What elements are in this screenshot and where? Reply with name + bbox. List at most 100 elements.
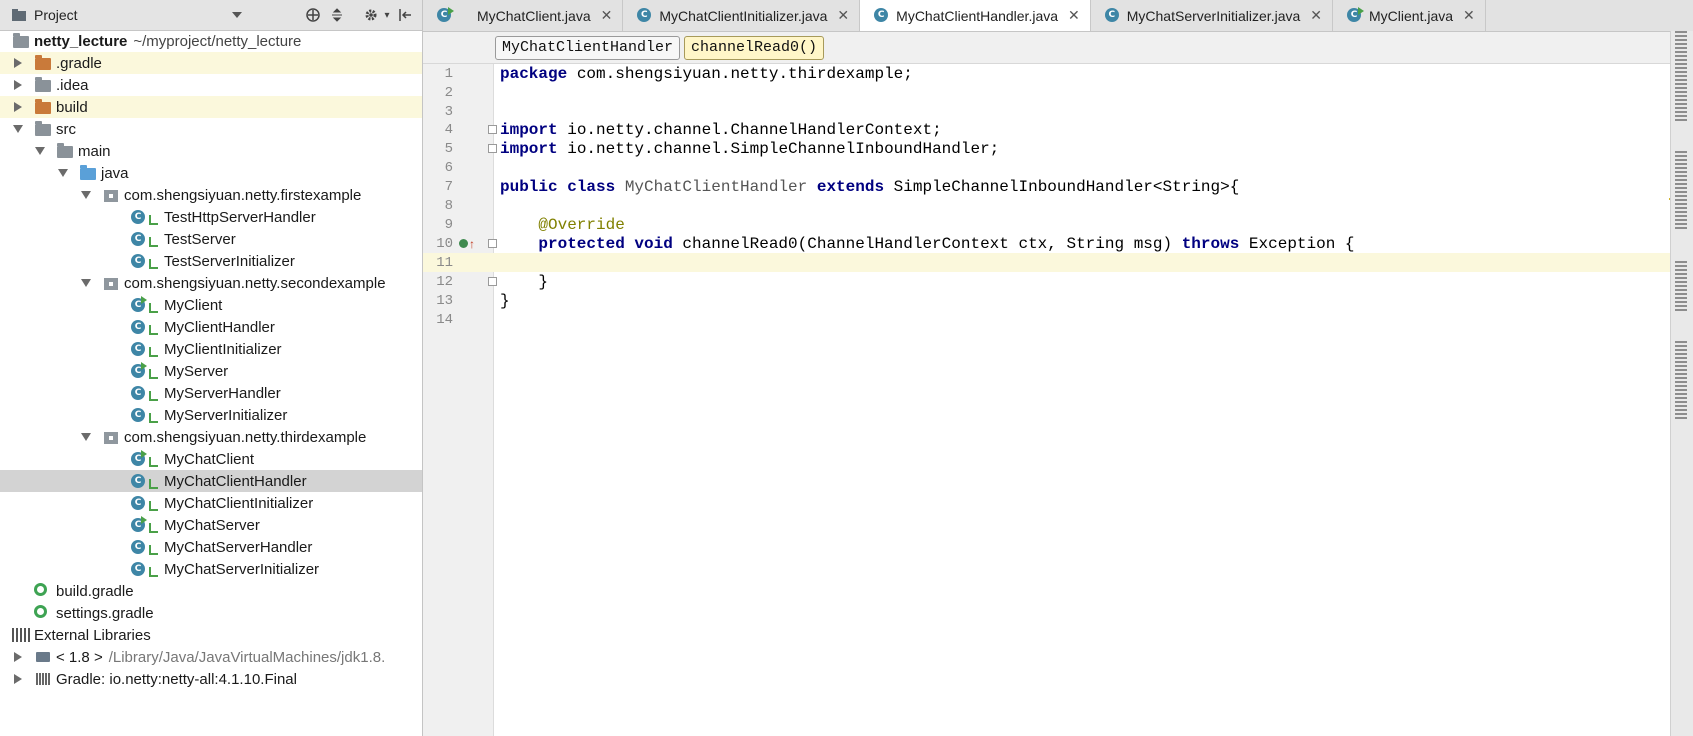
source-folder-icon xyxy=(79,165,97,181)
tool-window-button-database[interactable] xyxy=(1675,151,1687,231)
close-icon[interactable]: ✕ xyxy=(1068,7,1080,24)
gradle-icon xyxy=(34,605,52,621)
tab-mychatserverinitializer[interactable]: C MyChatServerInitializer.java ✕ xyxy=(1091,0,1333,31)
code-token: channelRead0(ChannelHandlerContext ctx, … xyxy=(672,234,1173,253)
tree-item-package-firstexample[interactable]: com.shengsiyuan.netty.firstexample xyxy=(0,184,422,206)
fold-marker-icon[interactable] xyxy=(488,277,497,286)
tree-item-gradle-dir[interactable]: .gradle xyxy=(0,52,422,74)
override-method-icon[interactable] xyxy=(459,239,468,248)
project-view-selector[interactable]: Project xyxy=(34,7,78,23)
code-line[interactable]: 7 public class MyChatClientHandler extend… xyxy=(423,177,1693,196)
tree-item-package-thirdexample[interactable]: com.shengsiyuan.netty.thirdexample xyxy=(0,426,422,448)
scroll-from-source-icon[interactable] xyxy=(304,6,322,24)
runnable-class-icon: C xyxy=(437,6,455,24)
tree-item-netty-lecture[interactable]: netty_lecture ~/myproject/netty_lecture xyxy=(0,30,422,52)
collapse-arrow-icon[interactable] xyxy=(34,145,46,157)
code-line[interactable]: 2 xyxy=(423,83,1693,102)
tree-item-class[interactable]: C MyServerInitializer xyxy=(0,404,422,426)
code-text: package com.shengsiyuan.netty.thirdexamp… xyxy=(500,65,913,83)
tree-item-class[interactable]: C MyServer xyxy=(0,360,422,382)
package-icon xyxy=(102,187,120,203)
collapse-all-icon[interactable] xyxy=(328,6,346,24)
fold-marker-icon[interactable] xyxy=(488,144,497,153)
tree-item-class[interactable]: C MyChatClient xyxy=(0,448,422,470)
expand-arrow-icon[interactable] xyxy=(12,57,24,69)
tree-item-jdk[interactable]: < 1.8 > /Library/Java/JavaVirtualMachine… xyxy=(0,646,422,668)
tree-item-class[interactable]: C MyClientHandler xyxy=(0,316,422,338)
hide-panel-icon[interactable] xyxy=(396,6,414,24)
chevron-down-icon[interactable] xyxy=(228,6,246,24)
jdk-icon xyxy=(34,649,52,665)
tree-item-class[interactable]: C MyServerHandler xyxy=(0,382,422,404)
fold-marker-icon[interactable] xyxy=(488,239,497,248)
tree-item-class[interactable]: C TestHttpServerHandler xyxy=(0,206,422,228)
collapse-arrow-icon[interactable] xyxy=(12,123,24,135)
collapse-arrow-icon[interactable] xyxy=(80,189,92,201)
tool-window-button-maven[interactable] xyxy=(1675,31,1687,121)
tree-item-package-secondexample[interactable]: com.shengsiyuan.netty.secondexample xyxy=(0,272,422,294)
tree-item-settings-gradle[interactable]: settings.gradle xyxy=(0,602,422,624)
code-editor[interactable]: 1 package com.shengsiyuan.netty.thirdexam… xyxy=(423,64,1693,736)
code-line[interactable]: 1 package com.shengsiyuan.netty.thirdexam… xyxy=(423,64,1693,83)
code-line[interactable]: 5 import io.netty.channel.SimpleChannelIn… xyxy=(423,139,1693,158)
tree-item-class[interactable]: C MyClient xyxy=(0,294,422,316)
collapse-arrow-icon[interactable] xyxy=(80,431,92,443)
tool-window-button-ant-build[interactable] xyxy=(1675,341,1687,421)
tree-item-build-gradle[interactable]: build.gradle xyxy=(0,580,422,602)
tree-item-main-dir[interactable]: main xyxy=(0,140,422,162)
tool-window-button-gradle[interactable] xyxy=(1675,261,1687,311)
code-line[interactable]: 10 ↑ protected void channelRead0(ChannelHa… xyxy=(423,234,1693,253)
close-icon[interactable]: ✕ xyxy=(1310,7,1322,24)
folder-icon xyxy=(34,55,52,71)
tree-item-class[interactable]: C MyChatClientInitializer xyxy=(0,492,422,514)
gradle-library-icon xyxy=(34,671,52,687)
code-text: import io.netty.channel.SimpleChannelInb… xyxy=(500,140,999,158)
code-line[interactable]: 6 xyxy=(423,158,1693,177)
code-text: public class MyChatClientHandler extends… xyxy=(500,178,1239,196)
class-icon: C xyxy=(130,495,160,511)
tree-item-class[interactable]: C TestServer xyxy=(0,228,422,250)
tree-item-class[interactable]: C MyChatServer xyxy=(0,514,422,536)
tree-item-class[interactable]: C TestServerInitializer xyxy=(0,250,422,272)
tree-item-build-dir[interactable]: build xyxy=(0,96,422,118)
tree-item-class[interactable]: C MyChatServerInitializer xyxy=(0,558,422,580)
tab-mychatclienthandler[interactable]: C MyChatClientHandler.java ✕ xyxy=(860,0,1091,31)
tree-item-external-libraries[interactable]: External Libraries xyxy=(0,624,422,646)
expand-arrow-icon[interactable] xyxy=(12,79,24,91)
tab-mychatclientinitializer[interactable]: C MyChatClientInitializer.java ✕ xyxy=(623,0,861,31)
tree-item-gradle-library[interactable]: Gradle: io.netty:netty-all:4.1.10.Final xyxy=(0,668,422,690)
code-line[interactable]: 11 xyxy=(423,253,1693,272)
tree-item-class-selected[interactable]: C MyChatClientHandler xyxy=(0,470,422,492)
tree-item-class[interactable]: C MyChatServerHandler xyxy=(0,536,422,558)
close-icon[interactable]: ✕ xyxy=(837,7,849,24)
close-icon[interactable]: ✕ xyxy=(601,7,613,24)
code-line[interactable]: 9 @Override xyxy=(423,215,1693,234)
expand-arrow-icon[interactable] xyxy=(12,101,24,113)
code-line[interactable]: 12} xyxy=(423,272,1693,291)
breadcrumb-class[interactable]: MyChatClientHandler xyxy=(495,35,681,60)
code-line[interactable]: 8 xyxy=(423,196,1693,215)
gear-dropdown-icon[interactable]: ▾ xyxy=(378,6,396,24)
expand-arrow-icon[interactable] xyxy=(12,673,24,685)
tab-myclient[interactable]: C MyClient.java ✕ xyxy=(1333,0,1486,31)
code-line[interactable]: 4 import io.netty.channel.ChannelHandlerC… xyxy=(423,120,1693,139)
tree-item-class[interactable]: C MyClientInitializer xyxy=(0,338,422,360)
tab-mychatclient[interactable]: C MyChatClient.java ✕ xyxy=(423,0,624,31)
collapse-arrow-icon[interactable] xyxy=(80,277,92,289)
project-tool-window: Project ▾ netty_lecture ~/myproject/nett… xyxy=(0,0,423,736)
class-icon: C xyxy=(637,7,655,24)
breadcrumb-method[interactable]: channelRead0() xyxy=(684,35,825,60)
overrides-arrow-icon[interactable]: ↑ xyxy=(469,238,475,250)
tree-item-java-dir[interactable]: java xyxy=(0,162,422,184)
code-line[interactable]: 13} xyxy=(423,291,1693,310)
breadcrumb: MyChatClientHandler channelRead0() xyxy=(423,32,1693,64)
code-line[interactable]: 3 xyxy=(423,102,1693,121)
close-icon[interactable]: ✕ xyxy=(1463,7,1475,24)
tree-item-idea-dir[interactable]: .idea xyxy=(0,74,422,96)
tree-item-label: TestHttpServerHandler xyxy=(164,208,316,226)
tree-item-src-dir[interactable]: src xyxy=(0,118,422,140)
code-line[interactable]: 14 xyxy=(423,310,1693,329)
expand-arrow-icon[interactable] xyxy=(12,651,24,663)
fold-marker-icon[interactable] xyxy=(488,125,497,134)
collapse-arrow-icon[interactable] xyxy=(57,167,69,179)
